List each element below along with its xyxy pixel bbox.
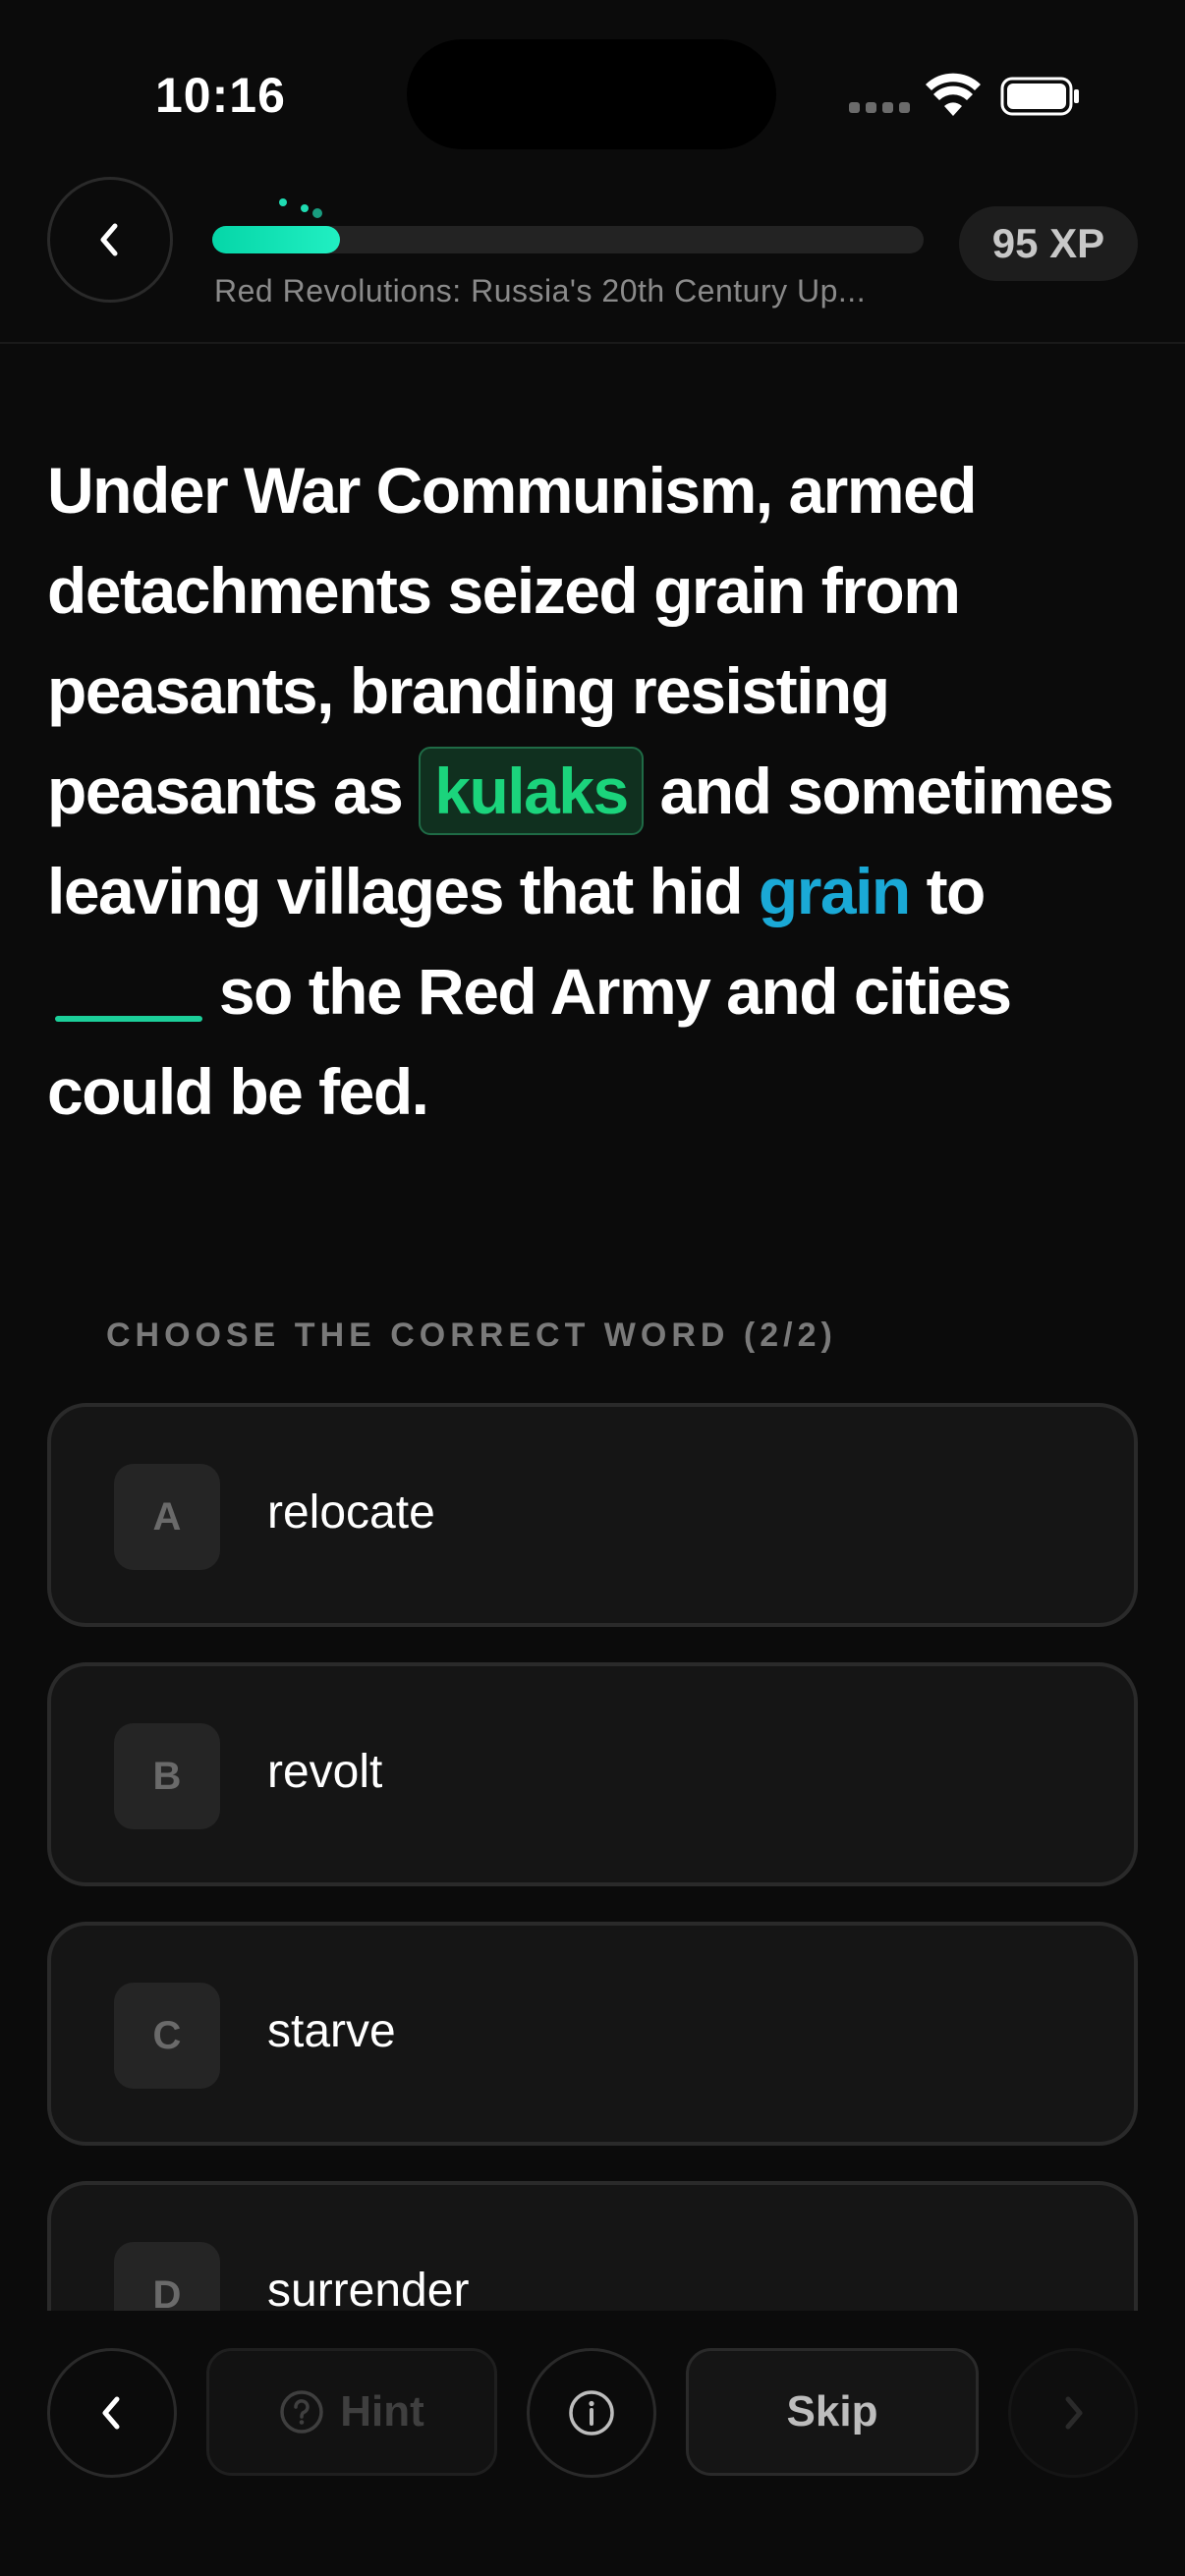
option-c[interactable]: C starve: [47, 1922, 1138, 2146]
option-letter: C: [114, 1983, 220, 2089]
previous-button[interactable]: [47, 2348, 177, 2478]
option-text: relocate: [267, 1486, 435, 1539]
answer-blank: [55, 1016, 202, 1022]
progress-fill: [212, 226, 341, 253]
lesson-header: Red Revolutions: Russia's 20th Century U…: [0, 175, 1185, 344]
header-back-button[interactable]: [47, 177, 173, 303]
option-letter: B: [114, 1723, 220, 1829]
option-letter: A: [114, 1464, 220, 1570]
chevron-right-icon: [1065, 2396, 1083, 2430]
wifi-icon: [926, 73, 981, 116]
status-bar: 10:16: [0, 0, 1185, 177]
question-text: Under War Communism, armed detachments s…: [47, 440, 1148, 1142]
dynamic-island: [407, 39, 776, 149]
next-button[interactable]: [1008, 2348, 1138, 2478]
status-time: 10:16: [155, 68, 286, 123]
sparkle-dot: [301, 204, 309, 212]
question-circle-icon: [280, 2390, 323, 2434]
option-letter: D: [114, 2242, 220, 2312]
highlighted-term-grain: grain: [758, 855, 911, 927]
hint-label: Hint: [340, 2387, 424, 2436]
hint-button[interactable]: Hint: [206, 2348, 497, 2476]
option-b[interactable]: B revolt: [47, 1662, 1138, 1886]
info-button[interactable]: [527, 2348, 656, 2478]
sparkle-dot: [312, 208, 322, 218]
battery-icon: [1000, 77, 1079, 116]
question-part: so the Red Army and cities could be fed.: [47, 955, 1012, 1128]
option-text: revolt: [267, 1746, 383, 1798]
question-part: to: [909, 855, 987, 927]
cellular-signal-icon: [849, 102, 910, 116]
chevron-left-icon: [102, 2396, 120, 2430]
highlighted-answer-kulaks: kulaks: [419, 747, 644, 835]
choice-prompt: CHOOSE THE CORRECT WORD (2/2): [106, 1316, 837, 1354]
xp-badge: 95 XP: [959, 206, 1138, 281]
bottom-action-bar: Hint Skip: [0, 2311, 1185, 2576]
option-text: surrender: [267, 2265, 470, 2312]
lesson-title: Red Revolutions: Russia's 20th Century U…: [214, 273, 867, 308]
skip-button[interactable]: Skip: [686, 2348, 979, 2476]
sparkle-dot: [279, 198, 287, 206]
option-d[interactable]: D surrender: [47, 2181, 1138, 2312]
answer-options: A relocate B revolt C starve D surrender: [47, 1403, 1138, 2312]
lesson-progress-bar: [212, 226, 924, 253]
chevron-left-icon: [100, 223, 118, 256]
option-a[interactable]: A relocate: [47, 1403, 1138, 1627]
option-text: starve: [267, 2005, 396, 2057]
info-circle-icon: [569, 2390, 614, 2436]
